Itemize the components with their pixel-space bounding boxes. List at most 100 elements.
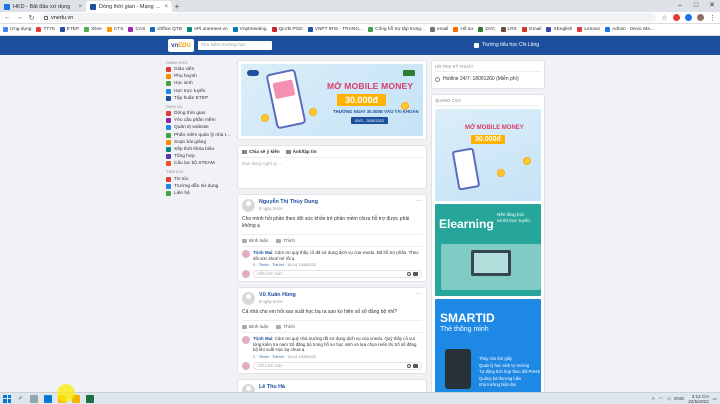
- search-icon[interactable]: ⌕: [17, 395, 24, 403]
- comment-input[interactable]: Viết bình luận: [253, 361, 422, 370]
- extension-icon[interactable]: [685, 14, 692, 21]
- emoji-icon[interactable]: [407, 272, 411, 277]
- menu-item[interactable]: Học sinh: [166, 80, 234, 87]
- maximize-button[interactable]: □: [688, 0, 704, 12]
- menu-item[interactable]: Tin tức: [166, 175, 234, 182]
- comment-reply-link[interactable]: Trả lời: [272, 262, 283, 267]
- comment-button[interactable]: Bình luận: [242, 238, 268, 243]
- bookmark-item[interactable]: CAS: [128, 27, 145, 32]
- bookmark-item[interactable]: Ứng dụng: [3, 27, 31, 32]
- bookmark-item[interactable]: iOffice QTĐ: [150, 27, 182, 32]
- avatar[interactable]: [242, 199, 255, 212]
- hotline[interactable]: Hotline 24/7: 18001260 (Miễn phí): [435, 72, 541, 85]
- comment-author[interactable]: Trịnh Mai: [253, 336, 272, 341]
- excel-icon[interactable]: [86, 394, 94, 403]
- bookmark-item[interactable]: VNPT IRIS - TRANG...: [307, 27, 363, 32]
- bookmark-item[interactable]: Vnptmeeting: [232, 27, 267, 32]
- composer-input[interactable]: Bạn đang nghĩ gì ...: [238, 158, 426, 188]
- post-author[interactable]: Nguyễn Thị Thùy Dung: [259, 199, 318, 205]
- comment-button[interactable]: Bình luận: [242, 324, 268, 329]
- back-icon[interactable]: ←: [4, 14, 11, 21]
- menu-item[interactable]: Liên hệ: [166, 190, 234, 197]
- bookmark-item[interactable]: Hồ sơ: [453, 27, 473, 32]
- avatar[interactable]: [242, 336, 250, 345]
- bookmark-item[interactable]: ePl.onemeet.vn: [187, 27, 228, 32]
- bookmark-item[interactable]: DVC: [478, 27, 496, 32]
- bookmark-item[interactable]: TT78: [36, 27, 55, 32]
- emoji-icon[interactable]: [407, 363, 411, 368]
- like-button[interactable]: Thích: [276, 238, 295, 243]
- camera-icon[interactable]: [413, 363, 418, 368]
- post-author[interactable]: Vũ Xuân Hùng: [259, 292, 296, 298]
- more-options-icon[interactable]: ···: [416, 198, 422, 204]
- menu-item[interactable]: Dòng thời gian: [166, 110, 234, 117]
- close-window-button[interactable]: ✕: [704, 0, 720, 12]
- menu-item[interactable]: Tập huấn ETEP: [166, 95, 234, 102]
- new-tab-button[interactable]: +: [172, 1, 182, 12]
- comment-like-link[interactable]: Thích: [259, 354, 269, 359]
- clock[interactable]: 3:12 CH 22/5/2022: [688, 394, 708, 404]
- school-search-input[interactable]: Tìm kiếm trường học: [198, 41, 272, 50]
- bookmark-item[interactable]: Gmail: [521, 27, 541, 32]
- notification-icon[interactable]: ▭: [713, 396, 717, 402]
- bookmark-item[interactable]: LRS: [500, 27, 517, 32]
- like-button[interactable]: Thích: [276, 324, 295, 329]
- bookmark-item[interactable]: XEnglish: [546, 27, 572, 32]
- menu-item[interactable]: Yêu cầu phần mềm: [166, 117, 234, 124]
- comment-like-link[interactable]: Thích: [259, 262, 269, 267]
- smartid-ad[interactable]: SMARTID Thẻ thông minh Thay cho thẻ giấy…: [435, 299, 541, 395]
- bookmark-item[interactable]: Lenovo: [577, 27, 600, 32]
- profile-avatar-icon[interactable]: [697, 14, 704, 21]
- menu-item[interactable]: Tổng hợp: [166, 153, 234, 160]
- reload-icon[interactable]: ↻: [28, 14, 35, 22]
- url-field[interactable]: vnedu.vn: [40, 13, 656, 22]
- bookmark-item[interactable]: Admin · Devic Ma...: [605, 27, 654, 32]
- menu-item[interactable]: Xếp thời khóa biểu: [166, 146, 234, 153]
- menu-item[interactable]: Trường dẫn sử dụng: [166, 183, 234, 190]
- comment-input[interactable]: Viết bình luận: [253, 270, 422, 279]
- mobile-money-ad[interactable]: MỞ MOBILE MONEY 30.000đ: [435, 109, 541, 201]
- bookmark-item[interactable]: Xline: [84, 27, 102, 32]
- post-author[interactable]: Lê Thu Hà: [259, 384, 285, 390]
- browser-tab-0[interactable]: HKD - Bắt đầu xử dụng ×: [0, 1, 86, 12]
- volume-icon[interactable]: ◁: [667, 396, 671, 402]
- menu-item[interactable]: Phụ huynh: [166, 73, 234, 80]
- bookmark-item[interactable]: QLVB PGD: [271, 27, 303, 32]
- menu-icon[interactable]: ⋮: [709, 14, 716, 22]
- menu-item[interactable]: Học trực tuyến: [166, 88, 234, 95]
- bookmark-item[interactable]: CTS: [106, 27, 123, 32]
- windows-start-icon[interactable]: [3, 394, 11, 403]
- star-icon[interactable]: ☆: [661, 14, 668, 22]
- menu-item[interactable]: Soạn bài giảng: [166, 139, 234, 146]
- bookmark-item[interactable]: email: [429, 27, 448, 32]
- menu-item[interactable]: Câu lạc bộ STEAM: [166, 160, 234, 167]
- task-view-icon[interactable]: [30, 394, 38, 403]
- minimize-button[interactable]: –: [672, 0, 688, 12]
- close-tab-icon[interactable]: ×: [164, 4, 168, 10]
- menu-item[interactable]: Giáo viên: [166, 66, 234, 73]
- camera-icon[interactable]: [413, 272, 418, 277]
- photo-file-tab[interactable]: Ảnh/tập tin: [285, 149, 317, 154]
- share-opinion-tab[interactable]: Chia sẻ ý kiến: [242, 149, 280, 154]
- bookmark-item[interactable]: Cổng hỗ trợ tập trung...: [368, 27, 425, 32]
- school-name-link[interactable]: Trường tiểu học Chi Lăng: [474, 42, 539, 48]
- avatar[interactable]: [242, 250, 250, 258]
- comment-reply-link[interactable]: Trả lời: [272, 354, 283, 359]
- edge-icon[interactable]: [44, 394, 52, 403]
- browser-tab-1[interactable]: Dòng thời gian - Mạng giáo dục ×: [86, 1, 172, 12]
- language-indicator[interactable]: ENG: [674, 396, 684, 401]
- bookmark-item[interactable]: ETEP: [59, 27, 79, 32]
- elearning-ad[interactable]: Elearning Nền tảng học và thi trực tuyến: [435, 204, 541, 296]
- extension-icon[interactable]: [673, 14, 680, 21]
- mobile-money-banner[interactable]: MỞ MOBILE MONEY 30.000đ THƯỞNG NGAY 30.0…: [241, 64, 423, 136]
- forward-icon[interactable]: →: [16, 14, 23, 21]
- comment-author[interactable]: Trịnh Mai: [253, 250, 272, 255]
- more-options-icon[interactable]: ···: [416, 291, 422, 297]
- site-logo[interactable]: vn EDU: [168, 39, 194, 52]
- avatar[interactable]: [242, 292, 255, 306]
- chevron-up-icon[interactable]: ˄: [652, 396, 655, 401]
- menu-item[interactable]: Phần mềm quản lý nhà t...: [166, 132, 234, 139]
- menu-item[interactable]: Quản trị website: [166, 124, 234, 131]
- close-tab-icon[interactable]: ×: [78, 4, 82, 10]
- wifi-icon[interactable]: ◠: [659, 396, 663, 402]
